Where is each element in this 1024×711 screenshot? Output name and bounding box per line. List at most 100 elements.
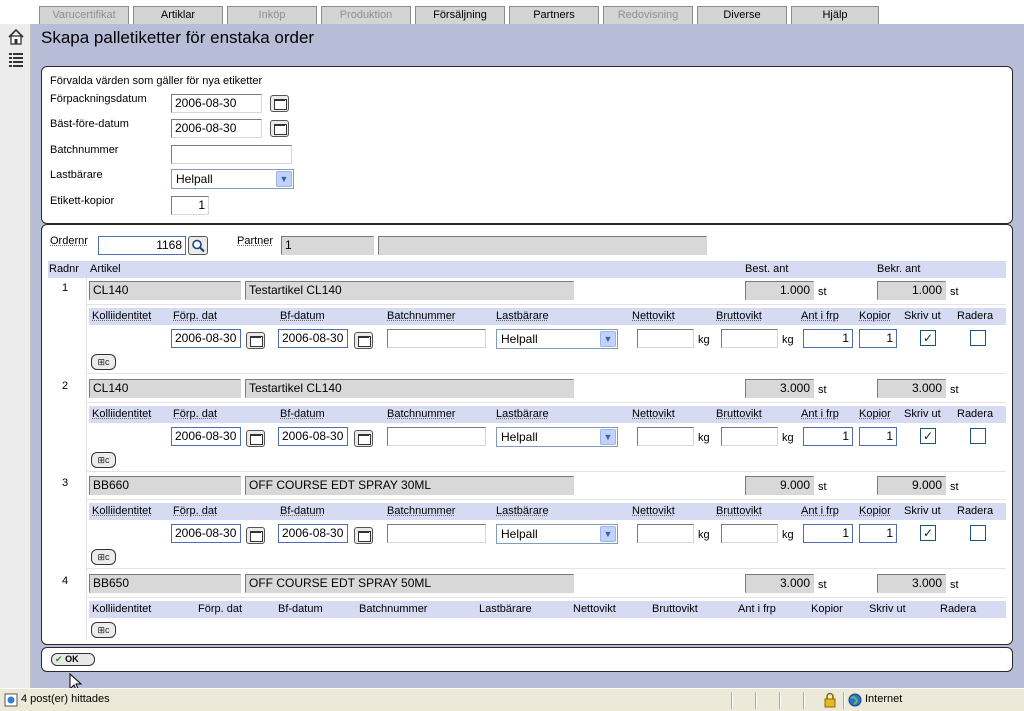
bf-date-input[interactable]: 2006-08-30 [278,329,348,348]
tab-artiklar[interactable]: Artiklar [133,6,223,24]
packing-date-input[interactable]: 2006-08-30 [171,94,262,113]
carrier-select[interactable]: Helpall ▼ [171,169,294,189]
row-number: 4 [62,575,69,587]
chevron-down-icon[interactable]: ▼ [600,331,616,347]
bf-date-input[interactable]: 2006-08-30 [278,524,348,543]
unit-label: kg [698,432,710,444]
sub-col-copies: Kopior [859,505,891,517]
tab-redovisning[interactable]: Redovisning [603,6,693,24]
chevron-down-icon[interactable]: ▼ [600,429,616,445]
left-toolbar [0,24,31,688]
add-colli-button[interactable]: ⊞c [91,354,116,370]
gross-weight-input[interactable] [721,427,778,446]
chevron-down-icon[interactable]: ▼ [276,171,292,187]
chevron-down-icon[interactable]: ▼ [600,526,616,542]
sub-col-pack_date: Förp. dat [173,408,218,420]
add-colli-button[interactable]: ⊞c [91,549,116,565]
batch-input[interactable] [387,427,486,446]
row-number: 3 [62,477,69,489]
unit-label: st [818,286,827,298]
tab-forsaljning[interactable]: Försäljning [415,6,505,24]
sub-col-gross: Bruttovikt [652,603,698,615]
gross-weight-input[interactable] [721,524,778,543]
copies-input[interactable]: 1 [859,427,897,446]
tab-diverse[interactable]: Diverse [697,6,787,24]
tab-hjalp[interactable]: Hjälp [791,6,879,24]
sub-col-gross: Bruttovikt [716,310,762,322]
unit-label: kg [698,334,710,346]
confirmed-qty: 3.000 [877,379,946,398]
calendar-icon[interactable] [270,120,289,137]
pack-date-input[interactable]: 2006-08-30 [171,329,241,348]
qty-input[interactable]: 1 [803,329,853,348]
add-colli-button[interactable]: ⊞c [91,622,116,638]
qty-input[interactable]: 1 [803,427,853,446]
search-button[interactable] [188,236,208,255]
unit-label: kg [782,432,794,444]
calendar-icon[interactable] [246,332,265,349]
carrier-select[interactable]: Helpall ▼ [496,427,618,447]
delete-checkbox[interactable] [970,330,986,346]
batch-input[interactable] [171,145,292,164]
ordered-qty: 9.000 [745,476,814,495]
sub-col-net: Nettovikt [632,505,675,517]
bf-date-input[interactable]: 2006-08-30 [278,427,348,446]
sub-col-carrier: Lastbärare [479,603,532,615]
carrier-select[interactable]: Helpall ▼ [496,329,618,349]
sub-col-carrier: Lastbärare [496,310,549,322]
net-weight-input[interactable] [637,427,694,446]
unit-label: kg [698,529,710,541]
copies-label: Etikett-kopior [50,195,115,207]
ordernr-input[interactable]: 1168 [98,236,186,255]
add-colli-button[interactable]: ⊞c [91,452,116,468]
sub-col-carrier: Lastbärare [496,505,549,517]
calendar-icon[interactable] [354,527,373,544]
tab-produktion[interactable]: Produktion [321,6,411,24]
copies-input[interactable]: 1 [171,196,209,215]
tab-inkop[interactable]: Inköp [227,6,317,24]
sub-col-colli: Kolliidentitet [92,505,152,517]
print-checkbox[interactable]: ✓ [920,525,936,541]
col-bekr-ant: Bekr. ant [877,263,921,275]
globe-icon [848,693,862,707]
best-before-input[interactable]: 2006-08-30 [171,119,262,138]
print-checkbox[interactable]: ✓ [920,330,936,346]
ordernr-label: Ordernr [50,235,88,247]
article-code: BB650 [89,574,241,593]
calendar-icon[interactable] [354,430,373,447]
calendar-icon[interactable] [246,430,265,447]
gross-weight-input[interactable] [721,329,778,348]
print-checkbox[interactable]: ✓ [920,428,936,444]
unit-label: kg [782,529,794,541]
batch-input[interactable] [387,329,486,348]
sub-col-batch: Batchnummer [387,408,456,420]
table-header [48,261,1006,278]
unit-label: st [818,481,827,493]
qty-input[interactable]: 1 [803,524,853,543]
home-icon[interactable] [7,28,25,46]
article-name: OFF COURSE EDT SPRAY 30ML [245,476,574,495]
pack-date-input[interactable]: 2006-08-30 [171,427,241,446]
delete-checkbox[interactable] [970,428,986,444]
defaults-heading: Förvalda värden som gäller för nya etike… [50,75,263,87]
delete-checkbox[interactable] [970,525,986,541]
copies-input[interactable]: 1 [859,524,897,543]
list-icon[interactable] [7,50,25,68]
row-separator [87,499,1006,500]
tab-varucertifikat[interactable]: Varucertifikat [39,6,129,24]
row-separator [87,304,1006,305]
net-weight-input[interactable] [637,524,694,543]
ok-button[interactable]: ✔ OK [51,653,95,666]
sub-col-copies: Kopior [811,603,843,615]
pack-date-input[interactable]: 2006-08-30 [171,524,241,543]
copies-input[interactable]: 1 [859,329,897,348]
tab-partners[interactable]: Partners [509,6,599,24]
net-weight-input[interactable] [637,329,694,348]
carrier-select[interactable]: Helpall ▼ [496,524,618,544]
search-icon [192,239,205,253]
calendar-icon[interactable] [270,95,289,112]
calendar-icon[interactable] [354,332,373,349]
calendar-icon[interactable] [246,527,265,544]
ok-panel: ✔ OK [41,647,1013,672]
batch-input[interactable] [387,524,486,543]
